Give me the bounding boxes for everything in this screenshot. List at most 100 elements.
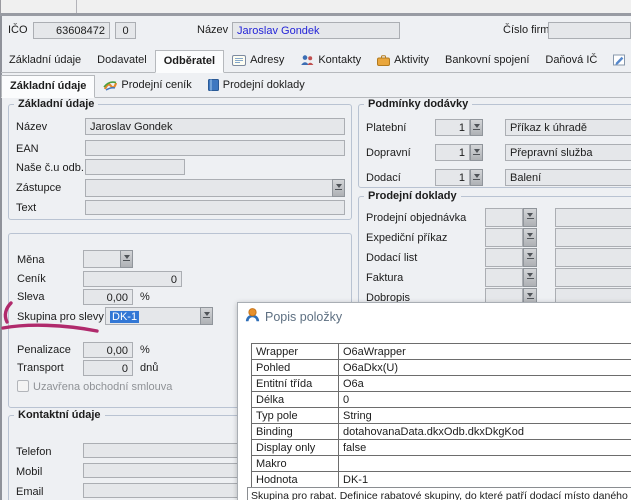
dropdown-bar xyxy=(203,317,210,318)
basic-zastupce-field[interactable] xyxy=(85,179,345,197)
property-name: Pohled xyxy=(252,360,339,376)
property-value: String xyxy=(339,408,631,424)
table-row: HodnotaDK-1 xyxy=(252,472,631,488)
tab-label: Základní údaje xyxy=(9,54,81,66)
strip-divider xyxy=(76,0,77,13)
tab-zakladni-udaje[interactable]: Základní údaje xyxy=(1,49,89,72)
chevron-down-icon xyxy=(527,293,533,297)
table-row: WrapperO6aWrapper xyxy=(252,344,631,360)
tab-label: Odběratel xyxy=(164,55,215,67)
dodaci-list-dropdown-button[interactable] xyxy=(523,248,537,267)
nazev-field[interactable]: Jaroslav Gondek xyxy=(232,22,400,39)
prodejni-objednavka-dropdown-button[interactable] xyxy=(523,208,537,227)
chevron-down-icon xyxy=(527,233,533,237)
basic-nazev-field[interactable]: Jaroslav Gondek xyxy=(85,118,345,135)
property-value: O6a xyxy=(339,376,631,392)
property-value: 0 xyxy=(339,392,631,408)
people-icon xyxy=(300,54,314,66)
tab-label: Bankovní spojení xyxy=(445,54,529,66)
prodejni-objednavka-field[interactable] xyxy=(485,208,523,227)
chevron-down-icon xyxy=(474,124,480,128)
dodaci-text-field[interactable]: Balení xyxy=(505,169,631,186)
tab-label: Daňová IČ xyxy=(545,54,597,66)
platebni-label: Platební xyxy=(366,122,406,135)
smlouva-checkbox[interactable] xyxy=(17,380,29,392)
tab-bankovni-spojeni[interactable]: Bankovní spojení xyxy=(437,49,537,72)
dropdown-bar xyxy=(527,258,534,259)
expedicni-prikaz-label: Expediční příkaz xyxy=(366,232,447,245)
table-row: Entitní třídaO6a xyxy=(252,376,631,392)
subtab-zakladni-udaje[interactable]: Základní údaje xyxy=(1,75,95,98)
tab-adresy[interactable]: Adresy xyxy=(224,49,292,72)
dodaci-list-label: Dodací list xyxy=(366,252,417,265)
zastupce-dropdown-button[interactable] xyxy=(332,179,345,197)
dopravni-text-field[interactable]: Přepravní služba xyxy=(505,144,631,161)
property-name: Hodnota xyxy=(252,472,339,488)
table-row: Typ poleString xyxy=(252,408,631,424)
dodaci-list-field[interactable] xyxy=(485,248,523,267)
chevron-down-icon xyxy=(204,312,210,316)
prodejni-objednavka-text-field[interactable] xyxy=(555,208,631,227)
tab-danova-ic[interactable]: Daňová IČ xyxy=(537,49,605,72)
note-icon xyxy=(613,54,626,66)
chevron-down-icon xyxy=(336,184,342,188)
dodaci-num-field[interactable]: 1 xyxy=(435,169,470,186)
dodaci-list-text-field[interactable] xyxy=(555,248,631,267)
expedicni-prikaz-dropdown-button[interactable] xyxy=(523,228,537,247)
briefcase-icon xyxy=(377,55,390,66)
table-row: Délka0 xyxy=(252,392,631,408)
expedicni-prikaz-text-field[interactable] xyxy=(555,228,631,247)
cenik-field[interactable]: 0 xyxy=(83,271,182,287)
tab-kontakty[interactable]: Kontakty xyxy=(292,49,369,72)
faktura-dropdown-button[interactable] xyxy=(523,268,537,287)
tab-dodavatel[interactable]: Dodavatel xyxy=(89,49,155,72)
property-value: false xyxy=(339,440,631,456)
faktura-label: Faktura xyxy=(366,272,403,285)
tab-odberatel[interactable]: Odběratel xyxy=(155,50,224,73)
tab-label: Prodejní doklady xyxy=(223,79,305,91)
ico-field[interactable]: 63608472 xyxy=(33,22,110,39)
chevron-down-icon xyxy=(527,213,533,217)
person-icon xyxy=(244,307,261,324)
nazev-label: Název xyxy=(197,24,228,37)
cislo-firmy-field[interactable] xyxy=(548,22,631,39)
dopravni-dropdown-button[interactable] xyxy=(470,144,483,161)
delivery-group-title: Podmínky dodávky xyxy=(364,98,472,111)
platebni-dropdown-button[interactable] xyxy=(470,119,483,136)
transport-unit: dnů xyxy=(140,362,158,375)
basic-text-field[interactable] xyxy=(85,200,345,215)
ico-suffix-field[interactable]: 0 xyxy=(115,22,136,39)
platebni-num-field[interactable]: 1 xyxy=(435,119,470,136)
tab-label: Aktivity xyxy=(394,54,429,66)
expedicni-prikaz-field[interactable] xyxy=(485,228,523,247)
subtab-prodejni-doklady[interactable]: Prodejní doklady xyxy=(200,74,313,97)
dropdown-bar xyxy=(335,189,342,190)
sleva-field[interactable]: 0,00 xyxy=(83,289,133,305)
property-value: DK-1 xyxy=(339,472,631,488)
chevron-down-icon xyxy=(527,253,533,257)
subtab-prodejni-cenik[interactable]: Prodejní ceník xyxy=(95,74,199,97)
faktura-text-field[interactable] xyxy=(555,268,631,287)
dopravni-num-field[interactable]: 1 xyxy=(435,144,470,161)
table-row: Makro xyxy=(252,456,631,472)
tab-label: Dodavatel xyxy=(97,54,147,66)
dodaci-dropdown-button[interactable] xyxy=(470,169,483,186)
sleva-unit: % xyxy=(140,291,150,304)
transport-field[interactable]: 0 xyxy=(83,360,133,376)
mena-dropdown-button[interactable] xyxy=(120,250,133,268)
skupina-dropdown-button[interactable] xyxy=(200,307,213,325)
basic-ean-field[interactable] xyxy=(85,140,345,156)
contact-group-title: Kontaktní údaje xyxy=(14,409,105,422)
table-row: Display onlyfalse xyxy=(252,440,631,456)
telefon-label: Telefon xyxy=(16,446,51,459)
email-label: Email xyxy=(16,486,44,499)
platebni-text-field[interactable]: Příkaz k úhradě xyxy=(505,119,631,136)
basic-nase-cu-field[interactable] xyxy=(85,159,185,175)
smlouva-checkbox-label: Uzavřena obchodní smlouva xyxy=(33,381,172,394)
tab-label: Základní údaje xyxy=(10,80,86,92)
tab-aktivity[interactable]: Aktivity xyxy=(369,49,437,72)
penalizace-field[interactable]: 0,00 xyxy=(83,342,133,358)
skupina-pro-slevy-field[interactable]: DK-1 xyxy=(105,307,213,325)
tab-doprovodne-texty[interactable]: Doprovodné texty xyxy=(605,49,631,72)
faktura-field[interactable] xyxy=(485,268,523,287)
